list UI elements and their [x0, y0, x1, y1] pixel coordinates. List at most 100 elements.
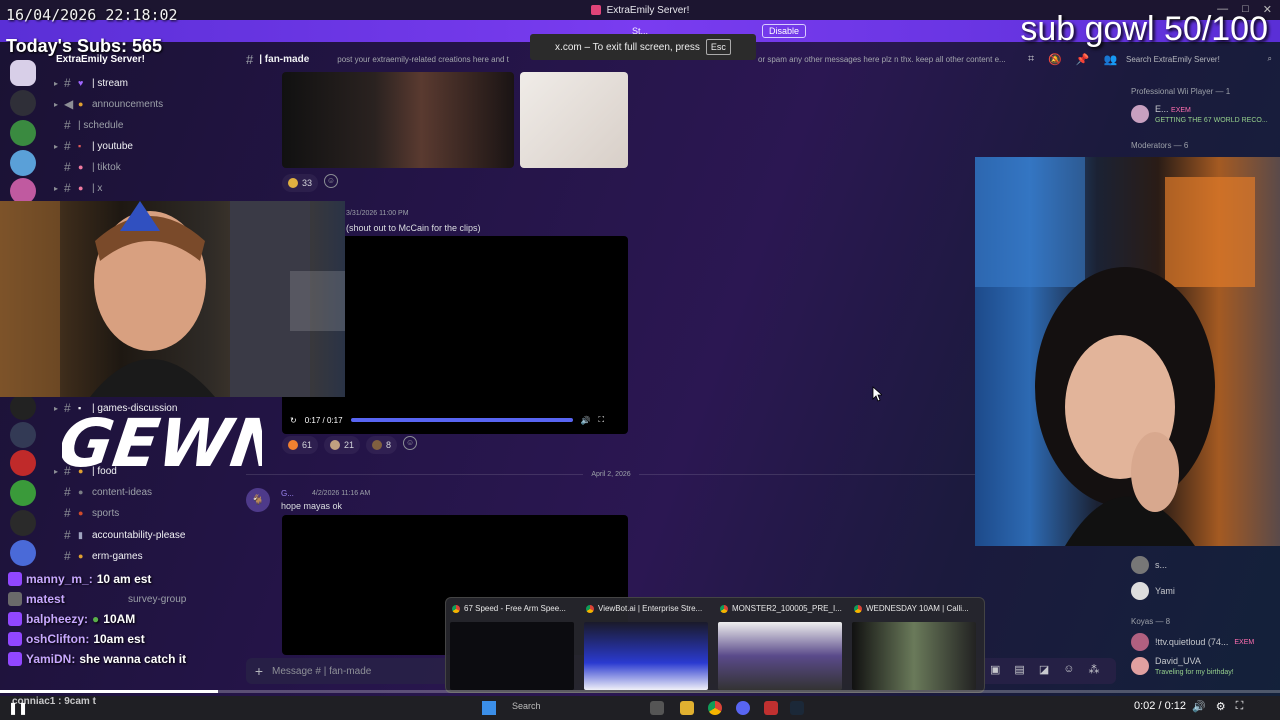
- threads-icon[interactable]: ⌗: [1028, 53, 1034, 66]
- sticker-icon[interactable]: ◪: [1039, 663, 1049, 676]
- server-icon[interactable]: [10, 120, 36, 146]
- banner-disable-button[interactable]: Disable: [762, 24, 807, 38]
- server-icon[interactable]: [10, 150, 36, 176]
- server-icon[interactable]: [10, 540, 36, 566]
- date-divider: April 2, 2026: [246, 468, 976, 480]
- member-item[interactable]: Yami: [1131, 582, 1175, 600]
- server-icon[interactable]: [10, 60, 36, 86]
- member-item[interactable]: E... EXEM GETTING THE 67 WORLD RECO...: [1131, 104, 1268, 124]
- avatar: [1131, 657, 1149, 675]
- window-preview[interactable]: WEDNESDAY 10AM | Calli...: [848, 598, 980, 694]
- pause-icon[interactable]: ❚❚: [8, 701, 28, 715]
- video-progress-bar[interactable]: [0, 690, 1280, 693]
- member-item[interactable]: David_UVA Traveling for my birthday!: [1131, 656, 1234, 676]
- stream-logo-text: GEWN: [62, 404, 262, 482]
- emoji-icon[interactable]: ☺: [1063, 663, 1074, 676]
- discord-icon[interactable]: [736, 701, 750, 715]
- server-icon[interactable]: [10, 510, 36, 536]
- channel-youtube[interactable]: ▸ # ▪ | youtube: [54, 137, 133, 155]
- message-image[interactable]: [520, 72, 628, 168]
- reaction-count: 33: [302, 178, 313, 188]
- fullscreen-icon[interactable]: ⛶: [1236, 700, 1244, 713]
- reaction-count: 8: [386, 440, 392, 450]
- steam-icon[interactable]: [790, 701, 804, 715]
- emoji-icon: ●: [78, 183, 84, 193]
- server-icon[interactable]: [10, 90, 36, 116]
- reaction-pill[interactable]: 61: [282, 436, 319, 454]
- chrome-icon[interactable]: [708, 701, 722, 715]
- channel-announcements[interactable]: ▸ ◀ ● announcements: [54, 95, 163, 113]
- window-preview[interactable]: MONSTER2_100005_PRE_I...: [714, 598, 846, 694]
- chat-user: manny_m_:: [26, 572, 93, 586]
- windows-start-icon[interactable]: [482, 701, 496, 715]
- pin-icon[interactable]: 📌: [1076, 53, 1090, 66]
- search-input[interactable]: Search ExtraEmily Server! ⌕: [1126, 52, 1272, 66]
- volume-icon[interactable]: 🔊: [1192, 700, 1206, 713]
- avatar: [1131, 105, 1149, 123]
- member-item[interactable]: !ttv.quietloud (74... EXEM: [1131, 633, 1254, 651]
- file-explorer-icon[interactable]: [680, 701, 694, 715]
- gif-icon[interactable]: ▤: [1014, 663, 1024, 676]
- reaction-pill[interactable]: 8: [366, 436, 398, 454]
- chrome-icon: [720, 604, 728, 613]
- chat-message: oshClifton: 10am est: [8, 632, 145, 646]
- channel-label: | stream: [92, 77, 128, 89]
- window-preview[interactable]: 67 Speed - Free Arm Spee...: [446, 598, 578, 694]
- member-status: Traveling for my birthday!: [1155, 669, 1234, 676]
- window-preview[interactable]: ViewBot.ai | Enterprise Stre...: [580, 598, 712, 694]
- bell-mute-icon[interactable]: 🔕: [1048, 53, 1062, 66]
- add-reaction-icon[interactable]: ☺: [324, 174, 339, 188]
- message-image[interactable]: [282, 72, 514, 168]
- video-progress-track[interactable]: [350, 418, 573, 422]
- taskbar-search[interactable]: Search: [512, 701, 541, 711]
- members-icon[interactable]: 👥: [1104, 53, 1118, 66]
- volume-icon[interactable]: 🔊: [581, 416, 591, 425]
- replay-icon[interactable]: ↻: [290, 416, 297, 425]
- fullscreen-icon[interactable]: ⛶: [598, 415, 604, 425]
- server-icon[interactable]: [10, 422, 36, 448]
- chevron-right-icon: ▸: [54, 78, 59, 88]
- channel-label: | schedule: [78, 119, 124, 131]
- channel-schedule[interactable]: # | schedule: [54, 116, 123, 134]
- server-icon[interactable]: [10, 480, 36, 506]
- role-header: Moderators — 6: [1131, 141, 1189, 150]
- add-reaction-icon[interactable]: ☺: [403, 436, 418, 450]
- channel-topic[interactable]: post your extraemily-related creations h…: [337, 55, 509, 64]
- chat-text: 10am est: [93, 632, 145, 646]
- server-icon[interactable]: [10, 394, 36, 420]
- settings-icon[interactable]: ⚙: [1216, 700, 1226, 713]
- reaction-pill[interactable]: 21: [324, 436, 361, 454]
- channel-label: sports: [92, 507, 120, 519]
- apps-icon[interactable]: ⁂: [1088, 663, 1099, 676]
- hash-icon: #: [64, 118, 71, 132]
- chrome-icon: [586, 604, 594, 613]
- message-text: hope mayas ok: [281, 501, 343, 511]
- hash-icon: #: [64, 485, 71, 499]
- channel-label: accountability-please: [92, 529, 186, 541]
- app-icon[interactable]: [764, 701, 778, 715]
- plus-icon[interactable]: +: [246, 663, 272, 679]
- video-time: 0:17 / 0:17: [304, 415, 343, 425]
- task-view-icon[interactable]: [650, 701, 664, 715]
- member-item[interactable]: s...: [1131, 556, 1167, 574]
- server-icon[interactable]: [10, 450, 36, 476]
- chat-text: 10 am est: [96, 572, 152, 586]
- channel-accountability-please[interactable]: # ▮ accountability-please: [54, 526, 185, 544]
- message-timestamp: 4/2/2026 11:16 AM: [312, 490, 371, 497]
- channel-topic-continued: or spam any other messages here plz n th…: [758, 54, 1006, 64]
- member-status: GETTING THE 67 WORLD RECO...: [1155, 117, 1268, 124]
- emoji-icon: [330, 440, 341, 450]
- channel-sports[interactable]: # ● sports: [54, 504, 119, 522]
- preview-thumbnail: [718, 622, 842, 690]
- channel-tiktok[interactable]: # ● | tiktok: [54, 158, 121, 176]
- channel-erm-games[interactable]: # ● erm-games: [54, 547, 143, 565]
- sub-badge-icon: [8, 612, 22, 626]
- message-author[interactable]: G...: [281, 489, 294, 498]
- reaction-bar: 61 21 8 ☺: [282, 436, 418, 454]
- reaction-pill[interactable]: 33: [282, 174, 319, 192]
- channel-stream[interactable]: ▸ # ♥ | stream: [54, 74, 128, 92]
- emoji-icon: ●: [78, 162, 84, 172]
- avatar[interactable]: 🐐: [246, 488, 270, 512]
- gift-icon[interactable]: ▣: [990, 663, 1000, 676]
- channel-x[interactable]: ▸ # ● | x: [54, 179, 102, 197]
